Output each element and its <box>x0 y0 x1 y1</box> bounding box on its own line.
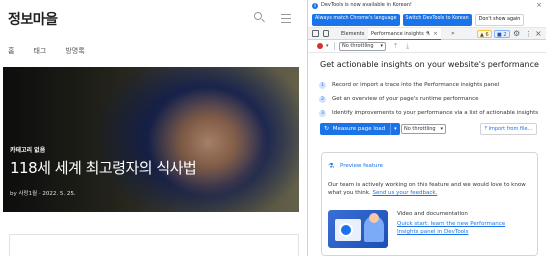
toolbar-divider <box>334 42 335 50</box>
preview-feature-card: ⚗ Preview feature Our team is actively w… <box>321 152 538 256</box>
steps-list: 1 Record or import a trace into the Perf… <box>319 78 538 120</box>
menu-icon[interactable] <box>279 11 293 25</box>
nav-home[interactable]: 홈 <box>8 46 14 56</box>
measure-page-load-button[interactable]: ↻ Measure page load <box>320 123 391 135</box>
header-icons <box>253 11 293 25</box>
site-title[interactable]: 정보마을 <box>8 9 58 29</box>
tab-elements[interactable]: Elements <box>338 28 367 40</box>
devtools-tabbar: Elements Performance insights ⚗ × » ▲ 6 … <box>308 28 546 40</box>
video-thumbnail[interactable] <box>328 210 388 248</box>
devtools-panel: i DevTools is now available in Korean! ×… <box>307 0 546 256</box>
feedback-link[interactable]: Send us your feedback. <box>372 190 437 196</box>
gear-icon[interactable]: ⚙ <box>513 29 520 39</box>
issues-count: 2 <box>503 32 507 38</box>
performance-toolbar: ▾ No throttling ▾ ⤒ ⤓ <box>308 40 546 53</box>
warnings-badge[interactable]: ▲ 6 <box>477 30 492 38</box>
video-label: Video and documentation <box>397 211 468 217</box>
blog-page: 정보마을 홈 태그 방명록 카테고리 없음 118세 세계 최고령자의 식사법 … <box>0 0 307 256</box>
blog-header: 정보마을 <box>0 0 307 37</box>
preview-title: Preview feature <box>340 163 384 169</box>
close-icon[interactable]: × <box>536 1 542 9</box>
throttling-select-2[interactable]: No throttling ▾ <box>401 124 446 134</box>
switch-to-korean-button[interactable]: Switch DevTools to Korean <box>402 14 472 26</box>
step-number: 2 <box>319 95 326 103</box>
close-tab-icon[interactable]: × <box>433 31 437 37</box>
warnings-count: 6 <box>485 32 489 38</box>
tab-performance-insights[interactable]: Performance insights ⚗ × <box>368 28 441 40</box>
hero-post[interactable]: 카테고리 없음 118세 세계 최고령자의 식사법 by 사랑1월 · 2022… <box>3 67 299 212</box>
issues-badge[interactable]: ■ 2 <box>494 30 510 38</box>
info-icon: i <box>312 3 318 9</box>
flask-icon: ⚗ <box>425 31 430 37</box>
nav-tags[interactable]: 태그 <box>33 46 46 56</box>
more-tabs-icon[interactable]: » <box>451 28 455 40</box>
search-icon[interactable] <box>253 11 267 25</box>
throttling-select-2-value: No throttling <box>404 126 436 132</box>
chrome-logo-icon <box>339 223 353 237</box>
record-icon[interactable] <box>317 43 323 49</box>
tab-performance-insights-label: Performance insights <box>371 31 424 37</box>
hero-meta: by 사랑1월 · 2022. 5. 25. <box>10 189 76 197</box>
refresh-icon: ↻ <box>324 125 330 132</box>
landing-heading: Get actionable insights on your website'… <box>320 60 539 69</box>
inspect-element-icon[interactable] <box>312 30 319 37</box>
step-text: Identify improvements to your performanc… <box>332 110 539 116</box>
step-text: Get an overview of your page's runtime p… <box>332 96 479 102</box>
step-number: 3 <box>319 109 326 117</box>
step-number: 1 <box>319 81 326 89</box>
preview-description: Our team is actively working on this fea… <box>328 181 533 197</box>
nav-guestbook[interactable]: 방명록 <box>65 46 84 56</box>
dont-show-again-button[interactable]: Don't show again <box>474 14 525 26</box>
close-devtools-icon[interactable]: × <box>535 28 542 39</box>
always-match-language-button[interactable]: Always match Chrome's language <box>312 14 400 26</box>
blog-nav: 홈 태그 방명록 <box>0 37 307 65</box>
infobar-text: DevTools is now available in Korean! <box>321 2 412 8</box>
hero-title[interactable]: 118세 세계 최고령자의 식사법 <box>10 157 197 178</box>
download-icon[interactable]: ⤓ <box>406 42 409 50</box>
next-post-card[interactable] <box>9 234 299 256</box>
step-item: 2 Get an overview of your page's runtime… <box>319 92 538 106</box>
presenter-head <box>369 213 379 223</box>
throttling-select-value: No throttling <box>342 43 374 49</box>
measure-options-dropdown[interactable]: ▾ <box>390 123 400 135</box>
language-infobar: i DevTools is now available in Korean! ×… <box>308 0 546 28</box>
more-options-icon[interactable]: ⋮ <box>525 29 532 39</box>
chevron-down-icon: ▾ <box>440 126 443 132</box>
device-toolbar-icon[interactable] <box>323 30 329 37</box>
chevron-down-icon: ▾ <box>380 43 383 49</box>
hero-date: · 2022. 5. 25. <box>38 191 76 197</box>
step-item: 3 Identify improvements to your performa… <box>319 106 538 120</box>
measure-page-load-group: ↻ Measure page load ▾ <box>320 123 400 135</box>
measure-page-load-label: Measure page load <box>332 126 386 132</box>
throttling-select[interactable]: No throttling ▾ <box>339 42 386 51</box>
chevron-down-icon[interactable]: ▾ <box>326 41 329 51</box>
flask-icon: ⚗ <box>328 162 335 170</box>
step-text: Record or import a trace into the Perfor… <box>332 82 500 88</box>
performance-insights-landing: Get actionable insights on your website'… <box>308 55 546 256</box>
hero-author: by 사랑1월 <box>10 191 38 197</box>
step-item: 1 Record or import a trace into the Perf… <box>319 78 538 92</box>
import-from-file-button[interactable]: ⤒ Import from file... <box>480 123 537 135</box>
quick-start-link[interactable]: Quick start: learn the new Performance I… <box>397 220 527 236</box>
hero-category: 카테고리 없음 <box>10 147 46 154</box>
import-label: Import from file... <box>488 126 533 132</box>
infobar-buttons: Always match Chrome's language Switch De… <box>312 14 525 26</box>
upload-icon[interactable]: ⤒ <box>394 42 397 50</box>
